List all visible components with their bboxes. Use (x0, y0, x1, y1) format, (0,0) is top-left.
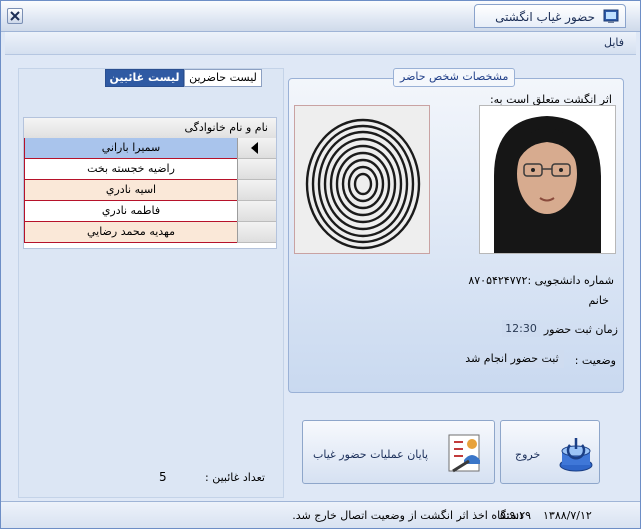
exit-icon (559, 433, 593, 476)
name-cell[interactable]: راضيه خجسته بخت (24, 159, 237, 180)
tab-absent-list[interactable]: لیست غائبین (105, 69, 184, 87)
absent-count-value: 5 (159, 470, 167, 484)
name-cell[interactable]: فاطمه نادري (24, 201, 237, 222)
table-row[interactable]: فاطمه نادري (24, 201, 276, 222)
status-value: ثبت حضور انجام شد (460, 350, 564, 368)
main-window: حضور غیاب انگشتی فایل لیست غائبین لیست ح… (0, 0, 641, 529)
end-operations-icon (443, 431, 487, 478)
list-panel: لیست غائبین لیست حاضرین نام و نام خانواد… (18, 68, 284, 498)
row-header[interactable] (237, 138, 276, 159)
tab-present-list[interactable]: لیست حاضرین (184, 69, 262, 87)
exit-button[interactable]: خروج (500, 420, 600, 484)
title-tab: حضور غیاب انگشتی (474, 4, 626, 28)
status-time: ۵:۹:۲۹ (500, 509, 532, 522)
status-label: وضعیت : (574, 354, 616, 367)
absent-count-label: تعداد غائبین : (205, 471, 265, 484)
menu-bar: فایل (5, 32, 636, 55)
end-operations-label: پایان عملیات حضور غیاب (313, 448, 429, 461)
status-bar: دستگاه اخذ اثر انگشت از وضعیت اتصال خارج… (1, 501, 640, 528)
table-row[interactable]: مهديه محمد رضايي (24, 222, 276, 243)
row-header[interactable] (237, 180, 276, 201)
absent-grid: نام و نام خانوادگی سميرا باراني راضيه خج… (23, 117, 277, 249)
student-photo (479, 105, 616, 254)
grid-header: نام و نام خانوادگی (24, 118, 276, 139)
row-header[interactable] (237, 159, 276, 180)
title-bar: حضور غیاب انگشتی (1, 1, 640, 32)
student-id: شماره دانشجویی :۸۷۰۵۴۲۴۷۷۲ (468, 274, 614, 287)
table-row[interactable]: اسيه نادري (24, 180, 276, 201)
row-header[interactable] (237, 201, 276, 222)
name-cell[interactable]: اسيه نادري (24, 180, 237, 201)
app-icon (603, 8, 619, 24)
name-cell[interactable]: سميرا باراني (24, 138, 237, 159)
gender: خانم (588, 294, 609, 307)
close-icon[interactable] (7, 8, 23, 24)
table-row[interactable]: سميرا باراني (24, 138, 276, 159)
fingerprint-image (294, 105, 430, 254)
row-pointer-icon (251, 142, 258, 154)
exit-button-label: خروج (515, 448, 541, 461)
name-cell[interactable]: مهديه محمد رضايي (24, 222, 237, 243)
window-title: حضور غیاب انگشتی (495, 10, 595, 24)
group-title: مشخصات شخص حاضر (393, 68, 516, 87)
end-operations-button[interactable]: پایان عملیات حضور غیاب (302, 420, 495, 484)
time-value: 12:30 (502, 320, 540, 337)
status-date: ۱۳۸۸/۷/۱۲ (543, 509, 592, 522)
status-message: دستگاه اخذ اثر انگشت از وضعیت اتصال خارج… (292, 509, 524, 522)
row-header[interactable] (237, 222, 276, 243)
column-header-name: نام و نام خانوادگی (184, 121, 268, 134)
menu-file[interactable]: فایل (604, 36, 624, 49)
time-label: زمان ثبت حضور (543, 323, 618, 336)
table-row[interactable]: راضيه خجسته بخت (24, 159, 276, 180)
